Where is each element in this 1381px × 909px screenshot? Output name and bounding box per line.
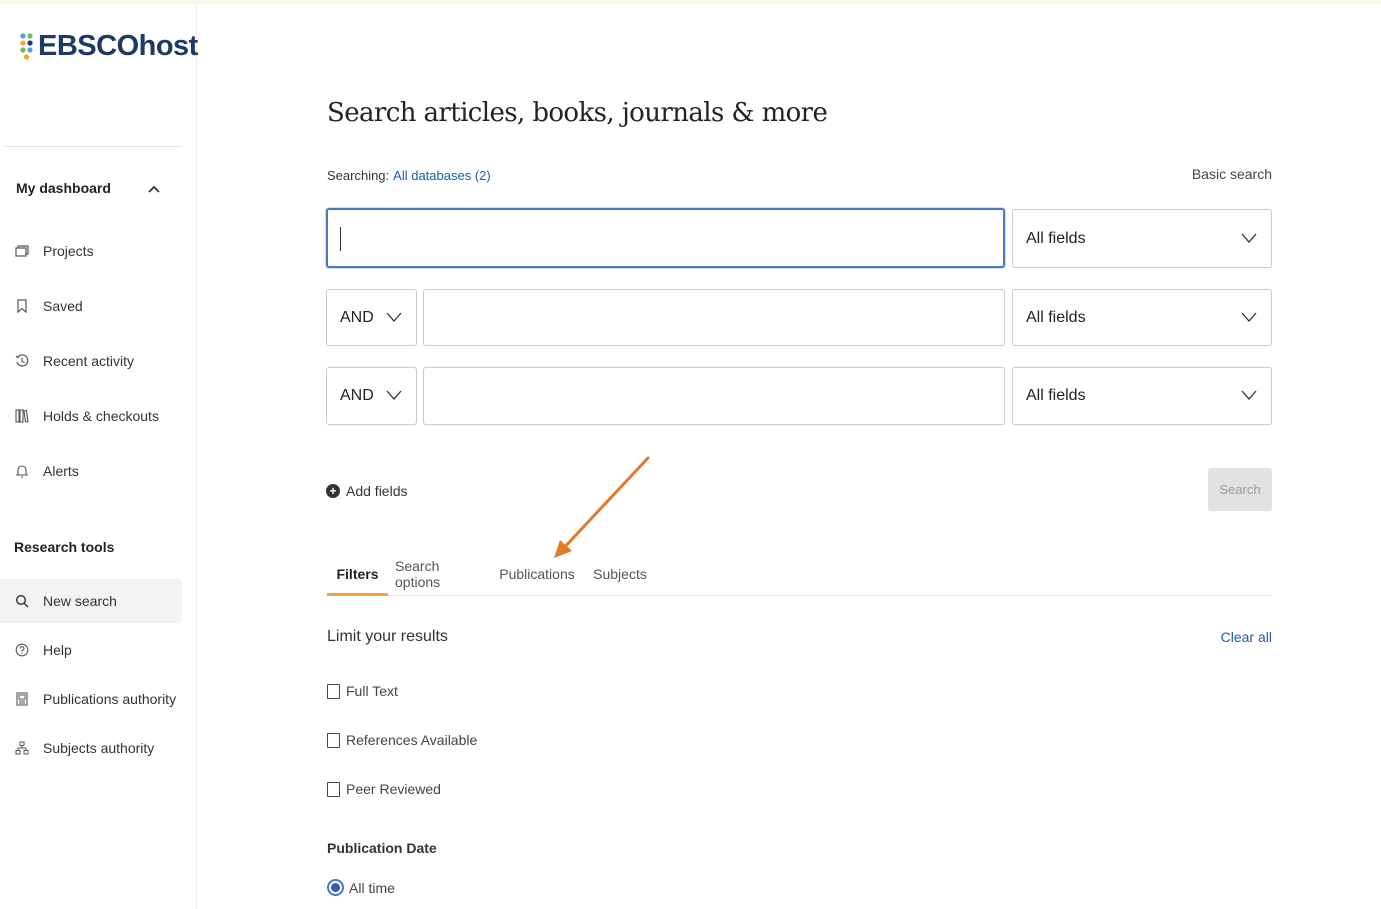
page-title: Search articles, books, journals & more [327, 98, 828, 128]
field-select-value: All fields [1026, 308, 1086, 326]
sidebar-item-projects[interactable]: Projects [0, 229, 182, 273]
field-select-3[interactable]: All fields [1012, 367, 1272, 425]
limit-results-heading: Limit your results [327, 628, 448, 645]
sidebar-item-subjects-authority[interactable]: Subjects authority [0, 726, 182, 770]
radio-label: All time [349, 879, 395, 896]
peer-reviewed-checkbox[interactable]: Peer Reviewed [327, 781, 441, 797]
sidebar-divider [4, 146, 182, 147]
clear-all-link[interactable]: Clear all [1200, 629, 1272, 645]
chevron-down-icon [1241, 312, 1257, 322]
field-select-value: All fields [1026, 229, 1086, 247]
checkbox-label: Peer Reviewed [346, 781, 441, 797]
books-icon [14, 408, 30, 424]
chevron-down-icon [386, 390, 402, 400]
tab-search-options[interactable]: Search options [395, 552, 485, 596]
sidebar-item-label: New search [43, 593, 117, 609]
brand-name: EBSCOhost [38, 29, 198, 62]
sidebar-item-label: Holds & checkouts [43, 408, 159, 424]
sidebar-item-label: Projects [43, 243, 94, 259]
text-caret [340, 227, 341, 251]
help-icon [14, 642, 30, 658]
sidebar-item-label: Alerts [43, 463, 79, 479]
sidebar-item-label: Publications authority [43, 691, 177, 707]
bell-icon [14, 463, 30, 479]
basic-search-link[interactable]: Basic search [1160, 166, 1272, 182]
my-dashboard-toggle[interactable]: My dashboard [16, 180, 111, 196]
operator-select-2[interactable]: AND [326, 289, 417, 346]
chevron-down-icon [1241, 390, 1257, 400]
projects-icon [14, 243, 30, 259]
sidebar: EBSCOhost My dashboard Projects Saved Re… [0, 4, 198, 909]
tab-filters[interactable]: Filters [327, 552, 388, 596]
hierarchy-icon [14, 740, 30, 756]
sidebar-item-label: Saved [43, 298, 83, 314]
ebscohost-logo[interactable]: EBSCOhost [19, 26, 198, 66]
history-icon [14, 353, 30, 369]
search-input-1[interactable] [326, 208, 1005, 268]
page-frame: EBSCOhost My dashboard Projects Saved Re… [0, 4, 1381, 909]
sidebar-item-label: Subjects authority [43, 740, 155, 756]
databases-link[interactable]: All databases (2) [393, 168, 491, 183]
sidebar-item-alerts[interactable]: Alerts [0, 449, 182, 493]
field-select-1[interactable]: All fields [1012, 209, 1272, 268]
sidebar-item-new-search[interactable]: New search [0, 579, 182, 623]
search-button[interactable]: Search [1208, 468, 1272, 511]
publication-icon [14, 691, 30, 707]
chevron-down-icon [1241, 233, 1257, 243]
checkbox[interactable] [327, 732, 340, 748]
searching-line: Searching: All databases (2) [327, 168, 491, 183]
plus-circle-icon: + [326, 484, 340, 498]
checkbox[interactable] [327, 781, 340, 797]
research-tools-heading: Research tools [14, 539, 115, 555]
sidebar-item-saved[interactable]: Saved [0, 284, 182, 328]
annotation-arrow-icon [554, 456, 650, 558]
checkbox-label: References Available [346, 732, 478, 748]
sidebar-item-recent-activity[interactable]: Recent activity [0, 339, 182, 383]
full-text-checkbox[interactable]: Full Text [327, 683, 398, 699]
add-fields-label: Add fields [346, 483, 408, 499]
chevron-down-icon [386, 312, 402, 322]
bookmark-icon [14, 298, 30, 314]
checkbox[interactable] [327, 683, 340, 699]
radio-selected-dot [331, 883, 340, 892]
search-input-2[interactable] [423, 289, 1005, 346]
sidebar-item-label: Help [43, 642, 72, 658]
field-select-value: All fields [1026, 387, 1086, 404]
checkbox-label: Full Text [346, 683, 398, 699]
field-select-2[interactable]: All fields [1012, 289, 1272, 346]
ebsco-logo-icon [20, 33, 33, 60]
references-available-checkbox[interactable]: References Available [327, 732, 477, 748]
searching-label: Searching: [327, 168, 390, 183]
publication-date-heading: Publication Date [327, 840, 437, 856]
search-tabs: Filters Search options Publications Subj… [327, 552, 1272, 596]
operator-select-3[interactable]: AND [326, 367, 417, 425]
search-icon [14, 593, 30, 609]
search-input-3[interactable] [423, 367, 1005, 425]
chevron-up-icon[interactable] [146, 182, 162, 196]
sidebar-item-label: Recent activity [43, 353, 135, 369]
sidebar-item-publications-authority[interactable]: Publications authority [0, 677, 182, 721]
operator-value: AND [340, 308, 374, 326]
sidebar-item-help[interactable]: Help [0, 628, 182, 672]
sidebar-item-holds-checkouts[interactable]: Holds & checkouts [0, 394, 182, 438]
add-fields-button[interactable]: + Add fields [326, 483, 407, 499]
all-time-radio[interactable]: All time [327, 879, 395, 896]
operator-value: AND [340, 387, 374, 404]
active-tab-indicator [327, 593, 388, 596]
radio-button[interactable] [327, 879, 344, 896]
